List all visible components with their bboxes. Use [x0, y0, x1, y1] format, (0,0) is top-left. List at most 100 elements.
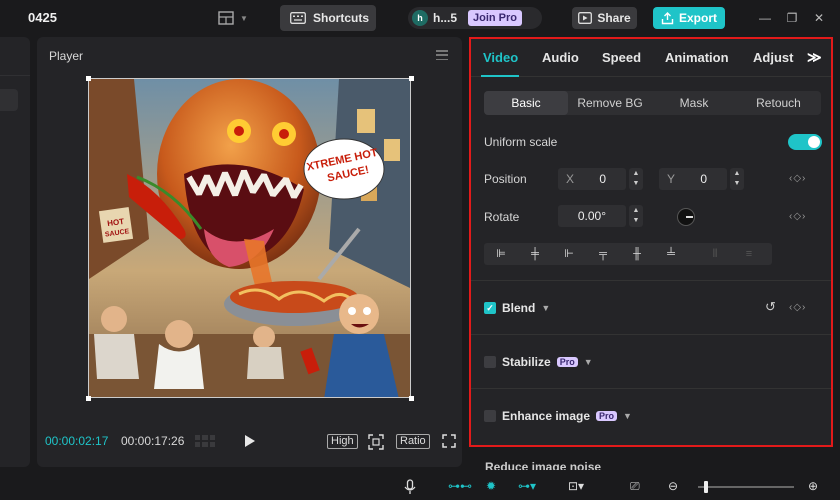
user-name: h...5	[433, 11, 458, 25]
x-prefix: X	[566, 172, 575, 186]
reset-icon[interactable]: ↺	[765, 299, 776, 315]
minimize-icon[interactable]: —	[757, 10, 773, 26]
layout-button[interactable]: ▼	[218, 9, 254, 27]
shortcuts-button[interactable]: Shortcuts	[280, 5, 376, 31]
zoom-slider-handle[interactable]	[704, 481, 708, 493]
snap-icon[interactable]: ✹	[486, 479, 496, 493]
top-bar: 0425 ▼ Shortcuts h h...5 Join Pro Share …	[0, 0, 840, 36]
video-preview[interactable]: XTREME HOT SAUCE! HOT SAUCE	[88, 78, 411, 398]
rotate-field[interactable]: 0.00°	[558, 205, 626, 227]
position-y-stepper[interactable]: ▲ ▼	[730, 168, 744, 190]
blend-label: Blend	[502, 301, 536, 315]
rotate-value: 0.00°	[577, 209, 606, 223]
ratio-button[interactable]: Ratio	[396, 434, 430, 449]
pro-badge: Pro	[596, 411, 618, 421]
microphone-icon[interactable]	[404, 479, 416, 495]
blend-checkbox[interactable]: ✓	[484, 302, 496, 314]
user-account[interactable]: h h...5 Join Pro	[408, 7, 542, 29]
align-top-icon[interactable]: ╤	[596, 247, 610, 261]
play-icon[interactable]	[245, 435, 255, 447]
export-button[interactable]: Export	[653, 7, 725, 29]
subtab-remove-bg[interactable]: Remove BG	[568, 91, 652, 115]
quality-button[interactable]: High	[327, 434, 358, 449]
tab-audio[interactable]: Audio	[542, 50, 579, 65]
bottom-toolbar: ⊶⊷ ✹ ⊶▾ ⊡▾ ⎚ ⊖ ⊕	[0, 470, 840, 500]
menu-icon[interactable]	[436, 50, 448, 60]
screen-icon[interactable]: ⎚	[630, 479, 640, 494]
total-duration: 00:00:17:26	[121, 434, 185, 448]
chevron-down-icon: ▼	[240, 13, 248, 23]
chevron-down-icon: ▼	[583, 357, 593, 367]
export-icon	[661, 11, 674, 24]
media-search-field[interactable]	[0, 89, 18, 111]
zoom-slider[interactable]	[698, 486, 794, 488]
keyframe-icon[interactable]: ‹◇›	[789, 211, 806, 222]
align-toolbar: ⊫ ╪ ⊩ ╤ ╫ ╧ ⦀ ≡	[484, 243, 772, 265]
active-tab-indicator	[481, 75, 519, 77]
keyboard-icon	[290, 12, 306, 24]
tab-animation[interactable]: Animation	[665, 50, 729, 65]
pro-badge: Pro	[556, 357, 578, 367]
tab-video[interactable]: Video	[483, 50, 518, 65]
close-icon[interactable]: ✕	[811, 10, 827, 26]
align-bottom-icon[interactable]: ╧	[664, 247, 678, 261]
stabilize-checkbox[interactable]	[484, 356, 496, 368]
fit-screen-icon[interactable]	[368, 434, 384, 450]
join-pro-button[interactable]: Join Pro	[468, 10, 523, 26]
shortcuts-label: Shortcuts	[313, 11, 370, 25]
align-left-icon[interactable]: ⊫	[494, 247, 508, 261]
distribute-h-icon: ⦀	[712, 248, 718, 260]
subtab-basic[interactable]: Basic	[484, 91, 568, 115]
player-title: Player	[49, 49, 84, 63]
player-panel: Player XTREME HOT SAUCE! HOT SAUCE 00:00…	[37, 37, 462, 467]
position-x-stepper[interactable]: ▲ ▼	[629, 168, 643, 190]
divider	[471, 280, 831, 281]
resize-handle[interactable]	[86, 396, 91, 401]
inspector-tabs: Video Audio Speed Animation Adjust ≫	[471, 39, 831, 77]
enhance-image-checkbox[interactable]	[484, 410, 496, 422]
rotate-stepper[interactable]: ▲ ▼	[629, 205, 643, 227]
align-center-h-icon[interactable]: ╪	[528, 247, 542, 261]
resize-handle[interactable]	[86, 76, 91, 81]
zoom-out-icon[interactable]: ⊖	[668, 479, 678, 493]
position-label: Position	[484, 172, 527, 186]
stabilize-label: Stabilize	[502, 355, 551, 369]
tab-adjust[interactable]: Adjust	[753, 50, 793, 65]
resize-handle[interactable]	[409, 76, 414, 81]
restore-icon[interactable]: ❐	[784, 10, 800, 26]
position-y-field[interactable]: Y 0	[659, 168, 727, 190]
project-title[interactable]: 0425	[28, 10, 57, 25]
zoom-in-icon[interactable]: ⊕	[808, 479, 818, 493]
position-x-field[interactable]: X 0	[558, 168, 626, 190]
divider	[471, 388, 831, 389]
split-icon[interactable]: ⊡▾	[568, 479, 584, 493]
more-tabs-icon[interactable]: ≫	[807, 49, 822, 66]
align-right-icon[interactable]: ⊩	[562, 247, 576, 261]
uniform-scale-label: Uniform scale	[484, 135, 558, 149]
keyframe-icon[interactable]: ‹◇›	[789, 302, 806, 313]
preview-axis-icon[interactable]: ⊶▾	[518, 479, 536, 493]
current-time: 00:00:02:17	[45, 434, 109, 448]
avatar: h	[412, 10, 428, 26]
fullscreen-icon[interactable]	[442, 434, 456, 448]
chevron-down-icon: ▼	[541, 303, 551, 313]
export-label: Export	[678, 11, 717, 25]
stabilize-section[interactable]: Stabilize Pro ▼	[484, 355, 593, 369]
resize-handle[interactable]	[409, 396, 414, 401]
keyframe-icon[interactable]: ‹◇›	[789, 173, 806, 184]
link-clips-icon[interactable]: ⊶⊷	[448, 479, 472, 493]
subtab-mask[interactable]: Mask	[652, 91, 736, 115]
share-label: Share	[597, 11, 631, 25]
media-panel	[0, 37, 30, 467]
rotate-dial[interactable]	[677, 208, 695, 226]
uniform-scale-toggle[interactable]	[788, 134, 822, 150]
position-y-value: 0	[700, 172, 707, 186]
enhance-image-section[interactable]: Enhance image Pro ▼	[484, 409, 632, 423]
share-button[interactable]: Share	[572, 7, 637, 29]
tab-speed[interactable]: Speed	[602, 50, 641, 65]
subtab-bar: Basic Remove BG Mask Retouch	[484, 91, 821, 115]
timeline-grid-icon[interactable]	[195, 435, 215, 447]
subtab-retouch[interactable]: Retouch	[736, 91, 821, 115]
blend-section[interactable]: ✓ Blend ▼	[484, 301, 550, 315]
align-center-v-icon[interactable]: ╫	[630, 247, 644, 261]
